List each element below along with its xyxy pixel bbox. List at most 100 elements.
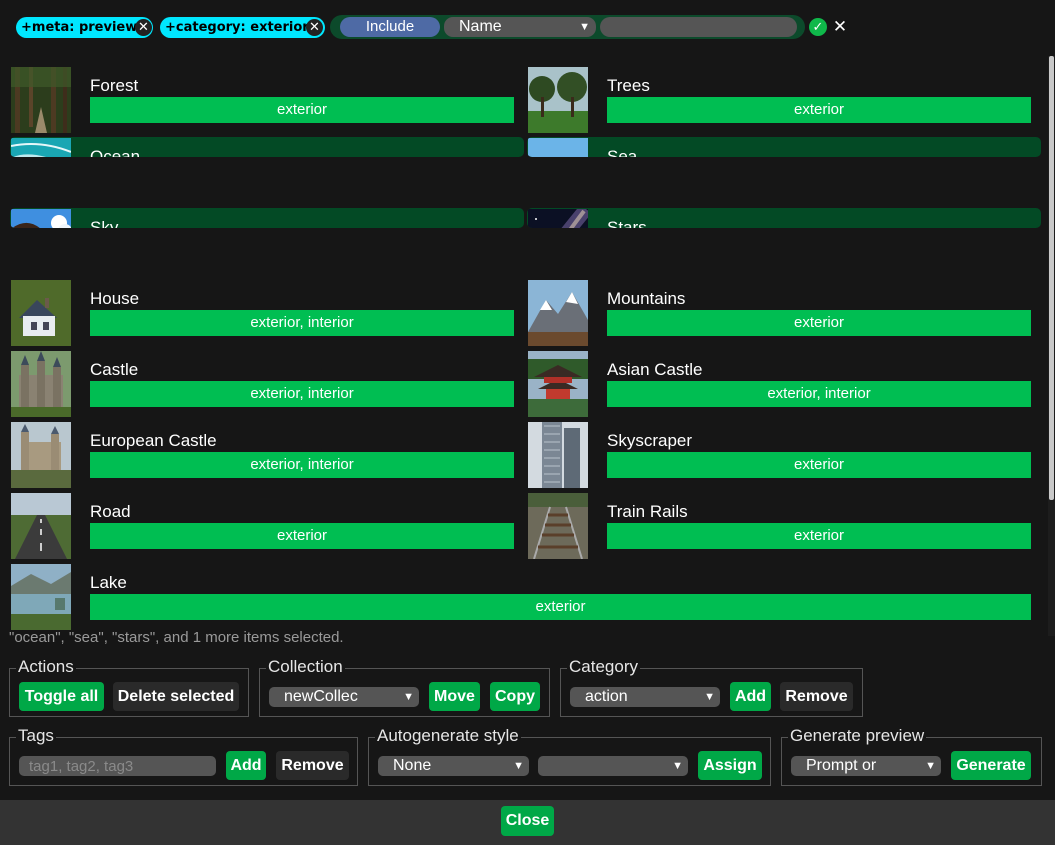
item-name: Sea <box>607 147 638 157</box>
european-castle-thumbnail <box>11 422 71 488</box>
copy-button[interactable]: Copy <box>490 682 540 711</box>
filter-bar: +meta: preview ✕ +category: exterior ✕ I… <box>0 0 1055 56</box>
tags-input[interactable] <box>19 756 216 776</box>
list-item[interactable]: Asian Castle exterior, interior <box>527 350 1041 418</box>
close-button[interactable]: Close <box>501 806 554 836</box>
toggle-all-button[interactable]: Toggle all <box>19 682 104 711</box>
item-name: Stars <box>607 218 647 228</box>
autogenerate-legend: Autogenerate style <box>375 726 521 746</box>
item-name: European Castle <box>90 431 217 450</box>
preview-mode-select[interactable]: Prompt or ▼ <box>791 756 941 776</box>
trees-thumbnail <box>528 67 588 133</box>
list-item[interactable]: Lake exterior <box>10 563 1042 631</box>
chevron-down-icon: ▼ <box>579 21 590 33</box>
stars-thumbnail <box>528 209 588 228</box>
asian-castle-thumbnail <box>528 351 588 417</box>
item-categories: exterior, interior <box>90 310 514 336</box>
move-button[interactable]: Move <box>429 682 480 711</box>
assign-button[interactable]: Assign <box>698 751 762 780</box>
include-toggle[interactable]: Include <box>340 17 440 37</box>
list-item[interactable]: Forest exterior <box>10 66 524 134</box>
chevron-down-icon: ▼ <box>704 691 715 703</box>
list-item[interactable]: Road exterior <box>10 492 524 560</box>
filter-chip-category-exterior[interactable]: +category: exterior ✕ <box>160 17 325 38</box>
item-name: Lake <box>90 573 127 592</box>
item-name: Ocean <box>90 147 141 157</box>
generate-button[interactable]: Generate <box>951 751 1031 780</box>
item-categories: exterior <box>90 594 1031 620</box>
list-item[interactable]: Castle exterior, interior <box>10 350 524 418</box>
category-select[interactable]: action ▼ <box>570 687 720 707</box>
filter-chip-meta-preview[interactable]: +meta: preview ✕ <box>16 17 153 38</box>
collection-legend: Collection <box>266 657 345 677</box>
list-item[interactable]: House exterior, interior <box>10 279 524 347</box>
item-categories: exterior <box>607 452 1031 478</box>
chevron-down-icon: ▼ <box>513 760 524 772</box>
chevron-down-icon: ▼ <box>403 691 414 703</box>
actions-legend: Actions <box>16 657 76 677</box>
list-item[interactable]: Oceanexterior <box>10 137 524 157</box>
item-name: Asian Castle <box>607 360 703 379</box>
delete-selected-button[interactable]: Delete selected <box>113 682 239 711</box>
autogenerate-style-group: Autogenerate style None ▼ ▼ Assign <box>368 726 771 786</box>
list-item[interactable]: Train Rails exterior <box>527 492 1041 560</box>
list-item[interactable]: Mountains exterior <box>527 279 1041 347</box>
tags-add-button[interactable]: Add <box>226 751 266 780</box>
category-group: Category action ▼ Add Remove <box>560 657 863 717</box>
list-item[interactable]: Seaexterior <box>527 137 1041 157</box>
ocean-thumbnail <box>11 138 71 157</box>
item-name: Castle <box>90 360 139 379</box>
preview-mode-value: Prompt or <box>806 757 877 774</box>
item-categories: exterior <box>607 97 1031 123</box>
style-select[interactable]: None ▼ <box>378 756 529 776</box>
item-categories: exterior, interior <box>607 381 1031 407</box>
list-item[interactable]: Skyexterior <box>10 208 524 228</box>
list-item[interactable]: European Castle exterior, interior <box>10 421 524 489</box>
filter-value-input[interactable] <box>600 17 797 37</box>
tags-remove-button[interactable]: Remove <box>276 751 349 780</box>
field-select-value: Name <box>459 18 502 35</box>
filter-chip-label: +category: exterior <box>165 20 309 35</box>
close-icon[interactable]: ✕ <box>831 18 849 36</box>
mountains-thumbnail <box>528 280 588 346</box>
remove-chip-icon[interactable]: ✕ <box>135 19 152 36</box>
item-name: Skyscraper <box>607 431 693 450</box>
tags-legend: Tags <box>16 726 56 746</box>
category-legend: Category <box>567 657 640 677</box>
scrollbar-thumb[interactable] <box>1049 56 1054 500</box>
item-categories: exterior, interior <box>90 381 514 407</box>
actions-group: Actions Toggle all Delete selected <box>9 657 249 717</box>
item-categories: exterior <box>90 523 514 549</box>
collection-select[interactable]: newCollec ▼ <box>269 687 419 707</box>
chevron-down-icon: ▼ <box>672 760 683 772</box>
forest-thumbnail <box>11 67 71 133</box>
style-option-select[interactable]: ▼ <box>538 756 688 776</box>
item-name: Forest <box>90 76 139 95</box>
item-categories: exterior <box>90 97 514 123</box>
skyscraper-thumbnail <box>528 422 588 488</box>
lake-thumbnail <box>11 564 71 630</box>
category-add-button[interactable]: Add <box>730 682 771 711</box>
item-name: Trees <box>607 76 650 95</box>
confirm-filter-icon[interactable]: ✓ <box>809 18 827 36</box>
sky-thumbnail <box>11 209 71 228</box>
item-name: Mountains <box>607 289 686 308</box>
list-item[interactable]: Starsexterior <box>527 208 1041 228</box>
field-select[interactable]: Name ▼ <box>444 17 596 37</box>
remove-chip-icon[interactable]: ✕ <box>306 19 323 36</box>
sea-thumbnail <box>528 138 588 157</box>
item-categories: exterior, interior <box>90 452 514 478</box>
item-name: Sky <box>90 218 119 228</box>
chevron-down-icon: ▼ <box>925 760 936 772</box>
category-remove-button[interactable]: Remove <box>780 682 853 711</box>
selection-info: "ocean", "sea", "stars", and 1 more item… <box>9 629 344 646</box>
item-name: Train Rails <box>607 502 688 521</box>
generate-preview-group: Generate preview Prompt or ▼ Generate <box>781 726 1042 786</box>
list-item[interactable]: Skyscraper exterior <box>527 421 1041 489</box>
filter-chip-label: +meta: preview <box>21 20 138 35</box>
road-thumbnail <box>11 493 71 559</box>
list-item[interactable]: Trees exterior <box>527 66 1041 134</box>
train-rails-thumbnail <box>528 493 588 559</box>
item-categories: exterior <box>607 523 1031 549</box>
castle-thumbnail <box>11 351 71 417</box>
